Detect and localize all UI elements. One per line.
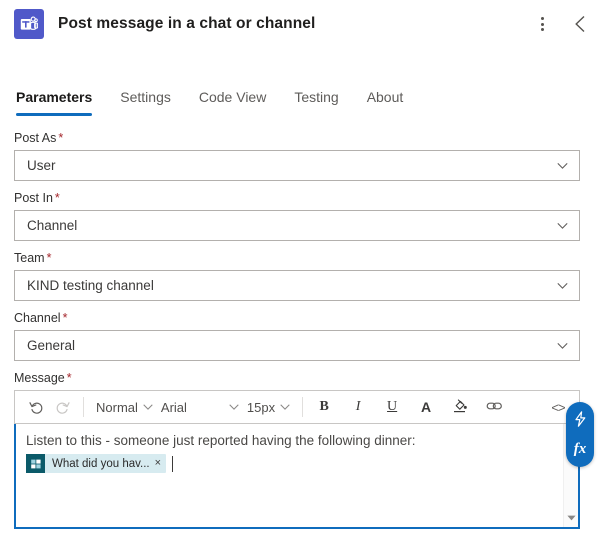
post-in-select[interactable]: Channel [14,210,580,241]
toolbar-divider [83,397,84,417]
team-value: KIND testing channel [27,278,154,293]
required-marker: * [46,251,52,265]
underline-button[interactable]: U [379,394,405,420]
message-token-row: What did you hav... × [26,454,556,473]
tab-code-view-label: Code View [198,89,267,105]
tab-testing-label: Testing [294,89,339,105]
paragraph-style-value: Normal [96,399,138,415]
font-size-value: 15px [246,399,276,415]
back-chevron-icon[interactable] [568,12,592,36]
field-message-label-text: Message [14,371,65,385]
post-in-value: Channel [27,218,78,233]
tab-code-view[interactable]: Code View [185,89,280,116]
tab-settings[interactable]: Settings [106,89,185,116]
app-header: Post message in a chat or channel [0,0,610,48]
microsoft-forms-icon [26,454,45,473]
chevron-down-icon [280,404,290,410]
link-button[interactable] [481,394,507,420]
post-as-value: User [27,158,56,173]
tab-testing[interactable]: Testing [280,89,352,116]
page-title: Post message in a chat or channel [58,15,316,32]
field-channel-label-text: Channel [14,311,61,325]
dynamic-content-token[interactable]: What did you hav... × [26,454,167,473]
highlight-icon [452,398,468,417]
undo-icon[interactable] [23,394,49,420]
token-remove-icon[interactable]: × [155,458,161,469]
token-label: What did you hav... [52,457,150,470]
header-actions [530,12,596,36]
field-channel-label: Channel * [14,310,580,326]
tab-about-label: About [366,89,404,105]
font-family-dropdown[interactable]: Arial [157,394,243,420]
lightning-bolt-icon[interactable] [568,407,592,431]
tab-parameters-label: Parameters [16,89,93,105]
field-post-as-label-text: Post As [14,131,57,145]
message-editor: Normal Arial 15px B I U A <> Listen to t… [14,390,594,529]
microsoft-teams-icon [14,9,44,39]
field-team-label-text: Team [14,251,45,265]
more-options-icon[interactable] [530,12,554,36]
message-body-text: Listen to this - someone just reported h… [26,433,416,448]
field-message-label: Message * [14,370,580,386]
field-message: Message * Normal Arial 15px B I U A <> L… [14,370,594,529]
chevron-down-icon [143,404,153,410]
team-select[interactable]: KIND testing channel [14,270,580,301]
toolbar-divider [302,397,304,417]
tab-parameters[interactable]: Parameters [14,89,106,116]
font-family-value: Arial [160,399,187,415]
redo-icon[interactable] [49,394,75,420]
field-post-as: Post As * User [14,130,580,181]
expression-fx-button[interactable]: fx [568,437,592,461]
font-color-icon: A [421,399,432,415]
paragraph-style-dropdown[interactable]: Normal [92,394,157,420]
bold-icon: B [319,399,329,414]
text-caret [172,455,174,472]
chevron-down-icon [557,280,568,291]
italic-icon: I [355,399,361,414]
rich-text-toolbar: Normal Arial 15px B I U A <> [14,390,580,424]
code-view-icon: <> [551,399,565,415]
bold-button[interactable]: B [311,394,337,420]
font-color-button[interactable]: A [413,394,439,420]
field-post-in: Post In * Channel [14,190,580,241]
required-marker: * [66,371,72,385]
field-team-label: Team * [14,250,580,266]
channel-value: General [27,338,76,353]
highlight-button[interactable] [447,394,473,420]
field-channel: Channel * General [14,310,580,361]
dynamic-content-panel: fx [566,402,594,467]
required-marker: * [54,191,60,205]
scroll-down-arrow-icon[interactable] [564,511,578,525]
tab-settings-label: Settings [120,89,171,105]
chevron-down-icon [557,160,568,171]
field-post-in-label-text: Post In [14,191,53,205]
font-size-dropdown[interactable]: 15px [243,394,294,420]
required-marker: * [62,311,68,325]
italic-button[interactable]: I [345,394,371,420]
expression-fx-label: fx [573,440,587,457]
underline-icon: U [387,399,398,414]
post-as-select[interactable]: User [14,150,580,181]
chevron-down-icon [557,340,568,351]
required-marker: * [58,131,64,145]
tab-bar: Parameters Settings Code View Testing Ab… [0,70,610,116]
field-post-as-label: Post As * [14,130,580,146]
chevron-down-icon [557,220,568,231]
chevron-down-icon [229,404,239,410]
parameters-form: Post As * User Post In * Channel Team * KIN… [0,116,610,529]
link-icon [486,399,503,416]
field-team: Team * KIND testing channel [14,250,580,301]
channel-select[interactable]: General [14,330,580,361]
tab-about[interactable]: About [353,89,418,116]
message-text-area[interactable]: Listen to this - someone just reported h… [14,424,580,529]
field-post-in-label: Post In * [14,190,580,206]
